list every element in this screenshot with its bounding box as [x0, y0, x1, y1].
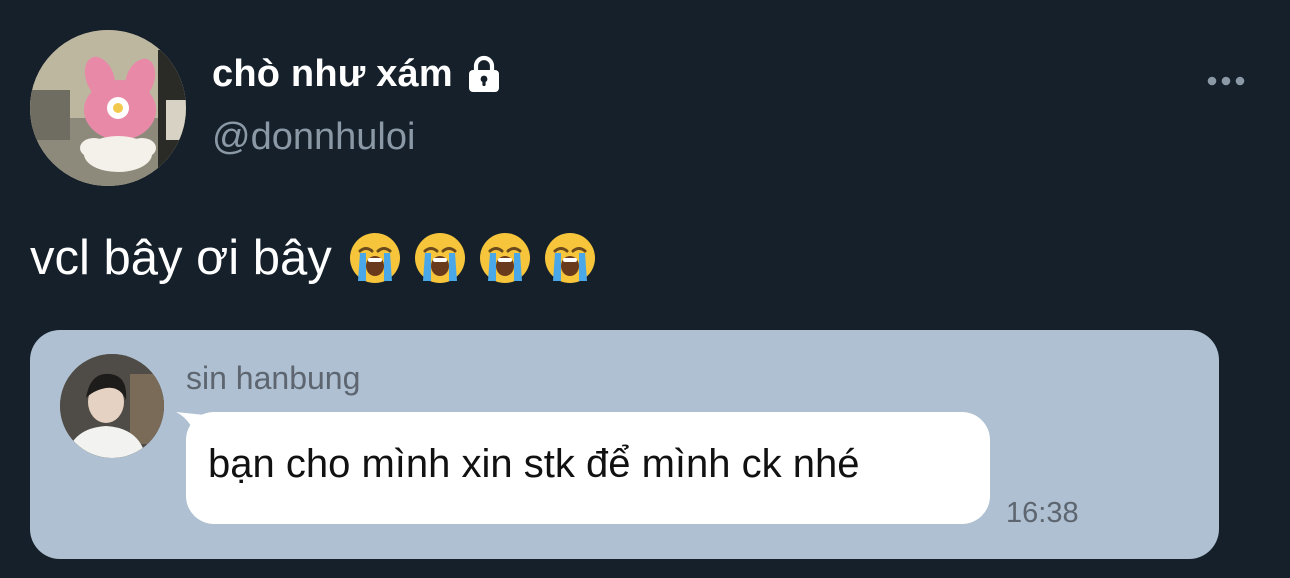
chat-sender-name: sin hanbung — [186, 360, 361, 396]
tweet-media-image[interactable]: sin hanbung bạn cho mình xin stk để mình… — [30, 330, 1219, 559]
author-handle[interactable]: @donnhuloi — [212, 116, 415, 159]
loudly-crying-face-emoji — [544, 233, 595, 283]
lock-icon — [468, 55, 499, 92]
more-options-icon — [1207, 76, 1245, 86]
chat-message-text: bạn cho mình xin stk để mình ck nhé — [208, 442, 860, 486]
chat-message-time: 16:38 — [1006, 497, 1079, 529]
loudly-crying-face-emoji — [479, 233, 530, 283]
tweet-view: chò như xám @donnhuloi vcl bây ơi bây si… — [0, 0, 1290, 578]
author-display-name[interactable]: chò như xám — [212, 53, 453, 96]
tweet-text: vcl bây ơi bây — [30, 231, 332, 285]
person-photo — [60, 354, 164, 458]
avatar-illustration — [30, 30, 186, 186]
author-avatar[interactable] — [30, 30, 186, 186]
author-name-row: chò như xám — [212, 50, 505, 98]
chat-message-bubble: bạn cho mình xin stk để mình ck nhé — [186, 412, 990, 524]
loudly-crying-face-emoji — [349, 233, 400, 283]
tweet-emojis — [348, 231, 597, 285]
more-options-button[interactable] — [1196, 60, 1256, 102]
tweet-body: vcl bây ơi bây — [30, 226, 597, 290]
loudly-crying-face-emoji — [414, 233, 465, 283]
chat-sender-avatar — [60, 354, 164, 458]
